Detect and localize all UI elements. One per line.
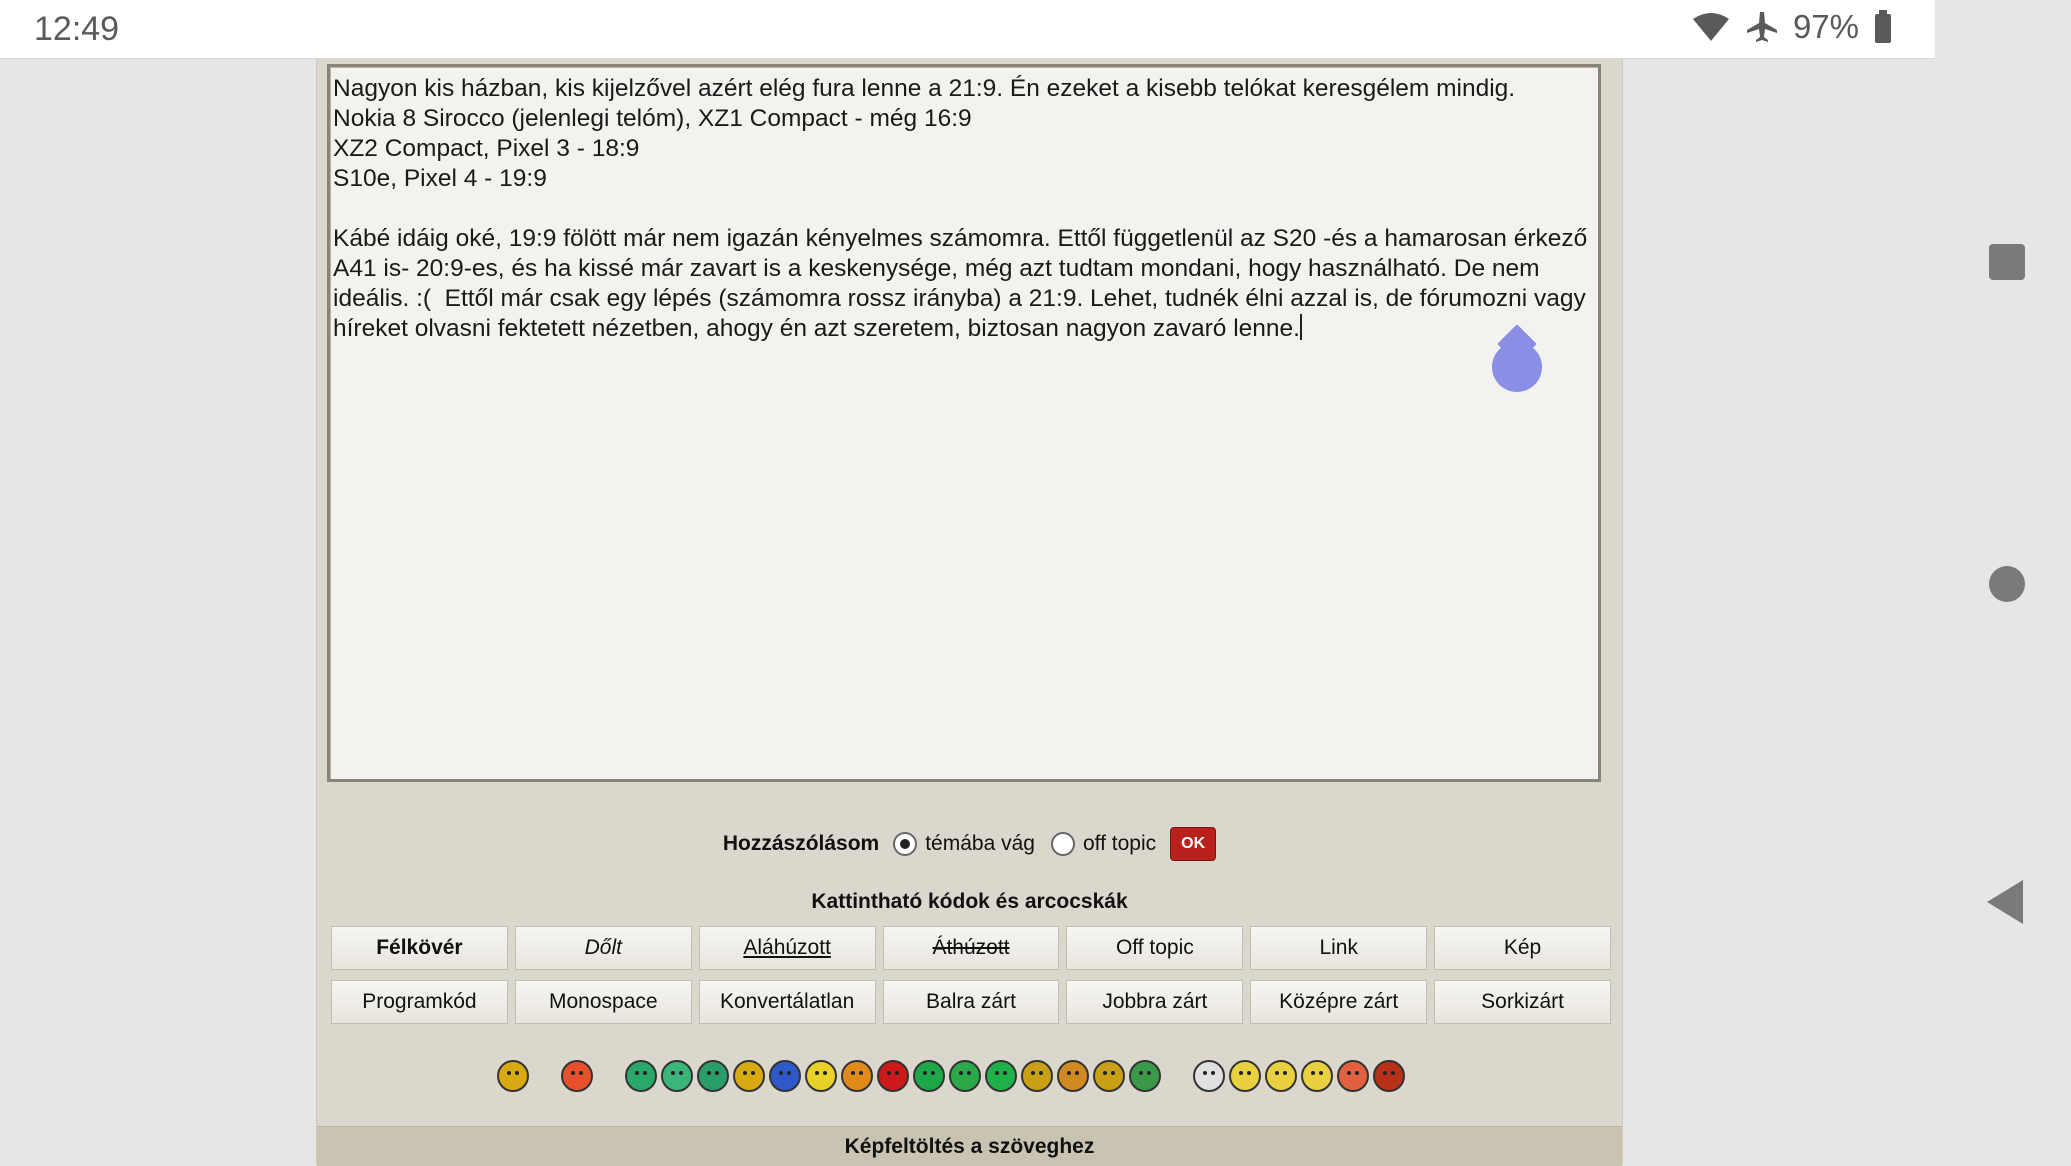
smiley-row	[497, 1048, 1497, 1104]
codes-title: Kattintható kódok és arcocskák	[811, 890, 1128, 913]
monospace-button[interactable]: Monospace	[514, 980, 692, 1024]
smiley-icon[interactable]	[1229, 1060, 1261, 1092]
smiley-icon[interactable]	[1373, 1060, 1405, 1092]
align-left-button[interactable]: Balra zárt	[882, 980, 1060, 1024]
status-time: 12:49	[34, 10, 120, 48]
home-icon[interactable]	[1989, 566, 2025, 602]
image-upload-bar[interactable]: Képfeltöltés a szöveghez	[317, 1126, 1622, 1166]
smiley-icon[interactable]	[769, 1060, 801, 1092]
radio-on-topic-label[interactable]: témába vág	[925, 832, 1035, 856]
smiley-icon[interactable]	[1337, 1060, 1369, 1092]
system-nav-bar	[1935, 0, 2071, 1165]
text-caret	[1299, 314, 1302, 340]
battery-icon	[1875, 10, 1891, 43]
off-topic-button[interactable]: Off topic	[1066, 926, 1244, 970]
smiley-icon[interactable]	[1129, 1060, 1161, 1092]
radio-off-topic-label[interactable]: off topic	[1083, 832, 1156, 856]
strikethrough-button[interactable]: Áthúzott	[882, 926, 1060, 970]
radio-off-topic[interactable]	[1050, 832, 1075, 856]
link-button[interactable]: Link	[1250, 926, 1428, 970]
comment-text: Nagyon kis házban, kis kijelzővel azért …	[333, 75, 1588, 342]
comment-panel: Nagyon kis házban, kis kijelzővel azért …	[316, 58, 1623, 1166]
status-bar: 12:49 97%	[0, 0, 1935, 59]
ok-button[interactable]: OK	[1170, 827, 1217, 861]
airplane-icon	[1746, 12, 1777, 42]
smiley-icon[interactable]	[949, 1060, 981, 1092]
smiley-icon[interactable]	[1093, 1060, 1125, 1092]
smiley-icon[interactable]	[497, 1060, 529, 1092]
italic-button[interactable]: Dőlt	[514, 926, 692, 970]
battery-percent: 97%	[1792, 8, 1859, 45]
smiley-icon[interactable]	[1021, 1060, 1053, 1092]
code-button[interactable]: Programkód	[331, 980, 508, 1024]
recents-icon[interactable]	[1989, 244, 2025, 280]
smiley-icon[interactable]	[1301, 1060, 1333, 1092]
status-icons: 97%	[1691, 8, 1893, 46]
format-buttons: Félkövér Dőlt Aláhúzott Áthúzott Off top…	[331, 926, 1611, 1024]
align-right-button[interactable]: Jobbra zárt	[1066, 980, 1244, 1024]
smiley-icon[interactable]	[733, 1060, 765, 1092]
back-icon[interactable]	[1987, 880, 2023, 924]
radio-on-topic[interactable]	[893, 832, 918, 856]
smiley-icon[interactable]	[841, 1060, 873, 1092]
underline-button[interactable]: Aláhúzott	[698, 926, 876, 970]
unconverted-button[interactable]: Konvertálatlan	[698, 980, 876, 1024]
smiley-icon[interactable]	[805, 1060, 837, 1092]
smiley-icon[interactable]	[1193, 1060, 1225, 1092]
post-type-row: Hozzászólásom témába vág off topic OK	[317, 822, 1622, 866]
smiley-icon[interactable]	[561, 1060, 593, 1092]
bold-button[interactable]: Félkövér	[331, 926, 508, 970]
smiley-icon[interactable]	[697, 1060, 729, 1092]
post-type-label: Hozzászólásom	[722, 832, 880, 855]
comment-textarea[interactable]: Nagyon kis házban, kis kijelzővel azért …	[327, 64, 1601, 782]
smiley-icon[interactable]	[1265, 1060, 1297, 1092]
smiley-icon[interactable]	[985, 1060, 1017, 1092]
smiley-icon[interactable]	[1057, 1060, 1089, 1092]
text-selection-handle[interactable]	[1492, 342, 1542, 392]
align-center-button[interactable]: Középre zárt	[1250, 980, 1428, 1024]
wifi-icon	[1692, 13, 1729, 41]
smiley-icon[interactable]	[877, 1060, 909, 1092]
image-button[interactable]: Kép	[1434, 926, 1611, 970]
smiley-icon[interactable]	[625, 1060, 657, 1092]
justify-button[interactable]: Sorkizárt	[1434, 980, 1611, 1024]
smiley-icon[interactable]	[661, 1060, 693, 1092]
smiley-icon[interactable]	[913, 1060, 945, 1092]
